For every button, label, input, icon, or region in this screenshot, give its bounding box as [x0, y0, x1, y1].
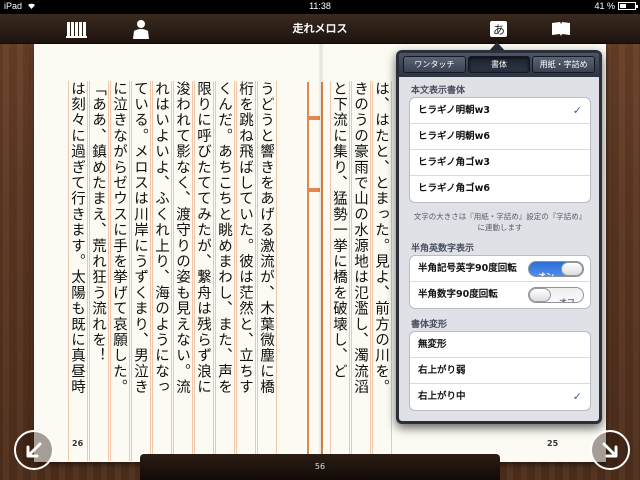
previous-page-button[interactable] — [14, 430, 54, 470]
column-guide-line — [321, 82, 323, 458]
text-column: 桁を跳ね飛ばしていた。彼は茫然と、立ちす — [236, 81, 256, 461]
toggle-state-label: オフ — [559, 298, 575, 303]
left-page[interactable]: うどうと響きをあげる激流が、木葉微塵に橋 桁を跳ね飛ばしていた。彼は茫然と、立ちす… — [34, 44, 321, 462]
column-guide-line — [307, 82, 309, 458]
page-slider-tab[interactable]: 56 — [140, 454, 500, 480]
text-column: と下流に集り、猛勢一挙に橋を破壊し、ど — [330, 81, 350, 461]
toggle-knob — [529, 288, 551, 302]
font-option[interactable]: ヒラギノ角ゴw3 — [410, 150, 590, 176]
popover-body: 本文表示書体 ヒラギノ明朝w3 ✓ ヒラギノ明朝w6 ヒラギノ角ゴw3 ヒラギノ角… — [399, 77, 599, 421]
tab-typeface[interactable]: 書体 — [467, 56, 531, 73]
text-column: は刻々に過ぎて行きます。太陽も既に真昼時 — [68, 81, 88, 461]
font-list: ヒラギノ明朝w3 ✓ ヒラギノ明朝w6 ヒラギノ角ゴw3 ヒラギノ角ゴw6 — [409, 97, 591, 203]
font-option[interactable]: ヒラギノ角ゴw6 — [410, 176, 590, 202]
settings-tabs: ワンタッチ 書体 用紙・字詰め — [399, 53, 599, 77]
rotate-symbols-toggle[interactable]: オン — [528, 261, 584, 277]
arrow-down-left-icon — [26, 442, 42, 458]
transform-option-label: 無変形 — [418, 339, 447, 350]
font-option-label: ヒラギノ明朝w6 — [418, 131, 491, 142]
book-icon[interactable] — [550, 18, 572, 40]
current-page-indicator: 56 — [314, 462, 326, 471]
transform-option-label: 右上がり中 — [418, 391, 466, 402]
toggle-row: 半角数字90度回転 オフ — [410, 282, 590, 308]
left-page-text: うどうと響きをあげる激流が、木葉微塵に橋 桁を跳ね飛ばしていた。彼は茫然と、立ちす… — [67, 81, 277, 461]
book-title: 走れメロス — [292, 22, 348, 35]
transform-option[interactable]: 右上がり弱 — [410, 358, 590, 384]
font-settings-icon[interactable]: あ — [488, 18, 510, 40]
checkmark-icon: ✓ — [572, 104, 582, 117]
text-column: うどうと響きをあげる激流が、木葉微塵に橋 — [257, 81, 277, 461]
font-settings-popover: ワンタッチ 書体 用紙・字詰め 本文表示書体 ヒラギノ明朝w3 ✓ ヒラギノ明朝w… — [396, 50, 602, 424]
toggle-label: 半角記号英字90度回転 — [418, 263, 517, 274]
halfwidth-toggle-list: 半角記号英字90度回転 オン 半角数字90度回転 オフ — [409, 255, 591, 309]
right-page-text: は、はたと、とまった。見よ、前方の川を。 きのうの豪雨で山の水源地は氾濫し、濁流滔… — [329, 81, 392, 461]
transform-option[interactable]: 右上がり中 ✓ — [410, 384, 590, 410]
left-page-number: 26 — [72, 439, 84, 448]
tab-one-touch[interactable]: ワンタッチ — [403, 56, 466, 73]
battery-label: 41 % — [594, 1, 615, 11]
transform-option-label: 右上がり弱 — [418, 365, 466, 376]
font-note: 文字の大きさは『用紙・字詰め』設定の『字詰め』に連動します — [413, 212, 587, 232]
text-column: 「ああ、鎮めたまえ、荒れ狂う流れを！ — [89, 81, 109, 461]
checkmark-icon: ✓ — [572, 390, 582, 403]
toggle-state-label: オン — [538, 272, 554, 277]
transform-list: 無変形 右上がり弱 右上がり中 ✓ — [409, 331, 591, 411]
text-column: きのうの豪雨で山の水源地は氾濫し、濁流滔 — [351, 81, 371, 461]
halfwidth-section-title: 半角英数字表示 — [411, 244, 475, 254]
font-option-label: ヒラギノ角ゴw3 — [418, 157, 491, 168]
battery-fill — [620, 4, 626, 8]
font-option-label: ヒラギノ角ゴw6 — [418, 183, 491, 194]
font-option[interactable]: ヒラギノ明朝w3 ✓ — [410, 98, 590, 124]
text-column: くんだ。あちこちと眺めまわし、また、声を — [215, 81, 235, 461]
rotate-digits-toggle[interactable]: オフ — [528, 287, 584, 303]
font-option-label: ヒラギノ明朝w3 — [418, 105, 491, 116]
font-option[interactable]: ヒラギノ明朝w6 — [410, 124, 590, 150]
status-bar: iPad 11:38 41 % — [0, 0, 640, 14]
tab-paper-layout[interactable]: 用紙・字詰め — [532, 56, 596, 73]
transform-option[interactable]: 無変形 — [410, 332, 590, 358]
right-page-number: 25 — [547, 439, 559, 448]
toggle-row: 半角記号英字90度回転 オン — [410, 256, 590, 282]
text-column: 浚われて影なく、渡守りの姿も見えない。流 — [173, 81, 193, 461]
guide-marker — [308, 188, 320, 192]
text-column: に泣きながらゼウスに手を挙げて哀願した。 — [110, 81, 130, 461]
transform-section-title: 書体変形 — [411, 320, 448, 330]
font-section-title: 本文表示書体 — [411, 86, 466, 96]
status-time: 11:38 — [309, 1, 331, 11]
text-column: れはいよいよ、ふくれ上り、海のようになっ — [152, 81, 172, 461]
toggle-knob — [561, 262, 583, 276]
text-column: 限りに呼びたててみたが、繋舟は残らず浪に — [194, 81, 214, 461]
battery-icon — [618, 2, 638, 10]
svg-text:あ: あ — [493, 23, 505, 37]
text-column: は、はたと、とまった。見よ、前方の川を。 — [372, 81, 392, 461]
next-page-button[interactable] — [590, 430, 630, 470]
text-column: ている。メロスは川岸にうずくまり、男泣き — [131, 81, 151, 461]
toolbar: 走れメロス あ — [0, 14, 640, 44]
guide-marker — [308, 116, 320, 120]
toggle-label: 半角数字90度回転 — [418, 289, 498, 300]
status-right: 41 % — [594, 1, 638, 11]
arrow-down-right-icon — [602, 442, 618, 458]
